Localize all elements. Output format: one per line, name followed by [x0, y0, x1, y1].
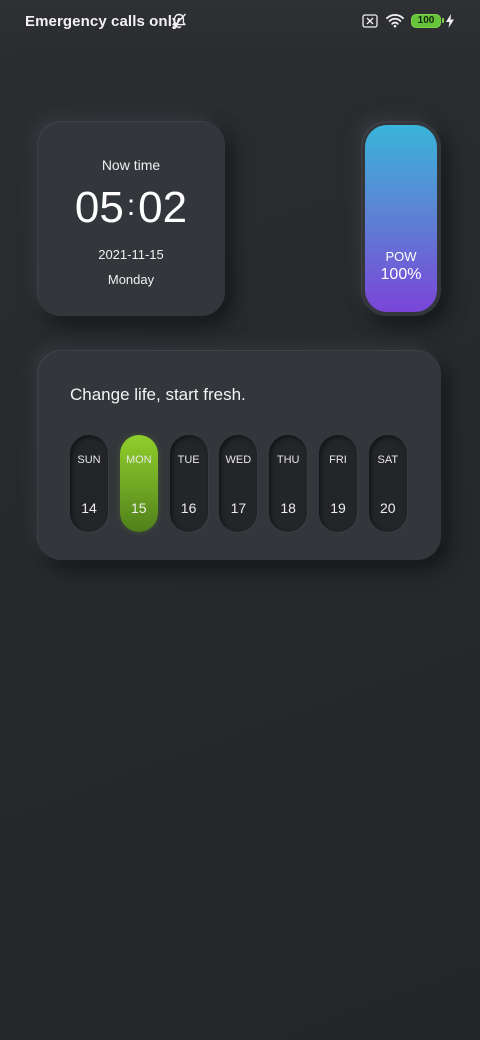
date-label: 2021-11-15	[98, 247, 164, 262]
time-widget[interactable]: Now time 05 : 02 2021-11-15 Monday	[37, 121, 225, 316]
day-pill-wed[interactable]: WED 17	[219, 435, 258, 532]
clock-separator: :	[126, 189, 136, 222]
clock-display: 05 : 02	[37, 183, 225, 233]
week-day-row: SUN 14 MON 15 TUE 16 WED 17 THU 18 FRI 1…	[70, 435, 419, 532]
day-number: 15	[131, 500, 147, 516]
power-widget[interactable]: POW 100%	[361, 121, 441, 316]
day-name: SAT	[377, 454, 399, 466]
wifi-icon	[386, 14, 404, 28]
day-name: THU	[276, 454, 300, 466]
day-number: 18	[280, 500, 296, 516]
status-bar: Emergency calls only 100	[0, 0, 480, 66]
week-widget[interactable]: Change life, start fresh. SUN 14 MON 15 …	[37, 350, 441, 560]
day-pill-fri[interactable]: FRI 19	[318, 435, 357, 532]
day-name: MON	[125, 454, 152, 466]
bell-off-icon	[171, 13, 187, 29]
day-pill-tue[interactable]: TUE 16	[169, 435, 208, 532]
charging-bolt-icon	[446, 14, 454, 28]
battery-icon: 100	[411, 14, 444, 28]
day-name: FRI	[329, 454, 347, 466]
day-pill-thu[interactable]: THU 18	[269, 435, 308, 532]
day-pill-mon[interactable]: MON 15	[119, 435, 158, 532]
day-pill-sat[interactable]: SAT 20	[368, 435, 407, 532]
slogan-text: Change life, start fresh.	[70, 385, 246, 404]
day-number: 17	[230, 500, 247, 516]
day-number: 19	[330, 500, 346, 516]
day-pill-sun[interactable]: SUN 14	[70, 435, 108, 532]
day-name: WED	[225, 454, 252, 466]
day-number: 14	[81, 500, 97, 516]
clock-hours: 05	[74, 183, 124, 232]
power-label: POW	[385, 249, 417, 264]
day-name: TUE	[177, 454, 200, 466]
carrier-text: Emergency calls only	[25, 13, 181, 30]
power-value: 100%	[380, 266, 422, 283]
weekday-label: Monday	[107, 272, 155, 287]
now-time-label: Now time	[101, 157, 161, 173]
day-name: SUN	[77, 454, 101, 466]
clock-minutes: 02	[138, 183, 188, 232]
sim-x-icon	[362, 14, 378, 28]
day-number: 20	[379, 500, 396, 516]
day-number: 16	[180, 500, 197, 516]
